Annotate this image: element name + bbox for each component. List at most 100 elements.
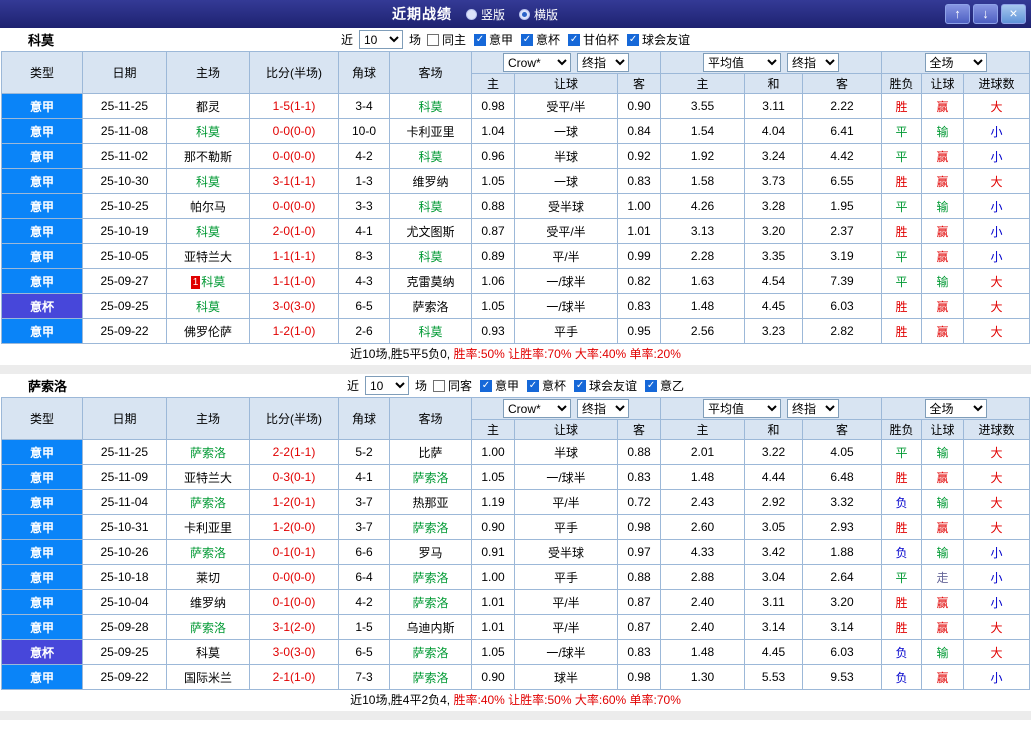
layout-radio-vertical[interactable]: 竖版 xyxy=(465,6,505,23)
corners-cell: 6-5 xyxy=(338,639,390,665)
match-row: 意甲 25-10-25 帕尔马 0-0(0-0) 3-3 科莫 0.88 受半球 1.00 4.2… xyxy=(1,193,1031,219)
asia-away-odds-cell: 0.97 xyxy=(616,539,662,565)
league-type-cell: 意甲 xyxy=(1,268,83,294)
filter-checkbox[interactable]: 甘伯杯 xyxy=(568,31,619,48)
filter-checkbox[interactable]: 意甲 xyxy=(473,31,513,48)
filter-row: 萨索洛 近 10 场 同客 意甲 意杯 球会友谊 意乙 xyxy=(0,374,1031,397)
subcol-header-goals: 进球数 xyxy=(963,419,1031,440)
asia-home-odds-cell: 0.98 xyxy=(471,93,515,119)
away-team-name: 科莫 xyxy=(418,149,443,164)
home-team-cell: 科莫 xyxy=(166,168,250,194)
asia-away-odds-cell: 0.83 xyxy=(616,464,662,490)
away-team-cell: 萨索洛 xyxy=(389,589,472,615)
date-cell: 25-09-25 xyxy=(82,293,167,319)
euro-draw-odds-cell: 2.92 xyxy=(744,489,804,515)
filter-checkbox[interactable]: 意杯 xyxy=(521,31,560,48)
asia-away-odds-cell: 0.83 xyxy=(616,168,662,194)
subcol-header-asia-away: 客 xyxy=(616,419,662,440)
score-cell: 1-2(0-1) xyxy=(249,489,339,515)
corners-cell: 4-3 xyxy=(338,268,390,294)
euro-odds-type-select[interactable]: 终指 xyxy=(787,399,840,418)
titlebar-buttons: ↑ ↓ × xyxy=(945,4,1026,24)
date-cell: 25-09-27 xyxy=(82,268,167,294)
score-cell: 2-1(1-0) xyxy=(249,664,339,690)
goals-cell: 小 xyxy=(963,664,1031,690)
bookmaker-select[interactable]: Crow* xyxy=(503,399,571,418)
home-team-name: 萨索洛 xyxy=(189,445,226,460)
away-team-name: 科莫 xyxy=(418,249,443,264)
filter-checkbox[interactable]: 同客 xyxy=(432,377,472,394)
league-type-cell: 意甲 xyxy=(1,539,83,565)
filter-checkbox[interactable]: 意杯 xyxy=(527,377,566,394)
home-team-cell: 萨索洛 xyxy=(166,489,250,515)
summary-record: 近10场,胜4平2负4, xyxy=(350,693,451,707)
bookmaker-select[interactable]: Crow* xyxy=(503,53,571,72)
asia-away-odds-cell: 0.72 xyxy=(616,489,662,515)
filter-checkbox[interactable]: 球会友谊 xyxy=(627,31,690,48)
subcol-header-handicap-result: 让球 xyxy=(921,419,965,440)
euro-average-select[interactable]: 平均值 xyxy=(703,53,782,72)
asia-handicap-cell: 受平/半 xyxy=(514,218,618,244)
asia-home-odds-cell: 1.01 xyxy=(471,589,515,615)
asia-away-odds-cell: 0.90 xyxy=(616,93,662,119)
league-type-cell: 意甲 xyxy=(1,664,83,690)
away-team-cell: 萨索洛 xyxy=(389,514,472,540)
away-team-name: 乌迪内斯 xyxy=(406,620,455,635)
filter-checkbox[interactable]: 意甲 xyxy=(479,377,519,394)
corners-cell: 1-5 xyxy=(338,614,390,640)
match-row: 意甲 25-11-25 都灵 1-5(1-1) 3-4 科莫 0.98 受平/半 0.90 3.5… xyxy=(1,93,1031,119)
summary-stats: 胜率:40% 让胜率:50% 大率:60% 单率:70% xyxy=(453,693,681,707)
result-cell: 平 xyxy=(881,564,923,590)
league-type-cell: 意甲 xyxy=(1,168,83,194)
league-type-cell: 意杯 xyxy=(1,293,83,319)
result-cell: 平 xyxy=(881,268,923,294)
asia-home-odds-cell: 1.05 xyxy=(471,168,515,194)
match-scope-select[interactable]: 全场 xyxy=(924,53,987,72)
date-cell: 25-09-25 xyxy=(82,639,167,665)
subcol-header-asia-home: 主 xyxy=(471,73,515,94)
corners-cell: 10-0 xyxy=(338,118,390,144)
checkbox-icon xyxy=(426,33,439,46)
corners-cell: 4-1 xyxy=(338,218,390,244)
asia-odds-type-select[interactable]: 终指 xyxy=(577,53,629,72)
checkbox-label: 球会友谊 xyxy=(642,33,691,47)
recent-games-count-select[interactable]: 10 xyxy=(364,376,409,395)
euro-odds-type-select[interactable]: 终指 xyxy=(787,53,840,72)
home-team-cell: 科莫 xyxy=(166,218,250,244)
scroll-down-button[interactable]: ↓ xyxy=(973,4,998,24)
euro-draw-odds-cell: 3.11 xyxy=(744,589,804,615)
euro-average-select[interactable]: 平均值 xyxy=(703,399,782,418)
euro-home-odds-cell: 1.48 xyxy=(660,464,746,490)
radio-icon xyxy=(465,8,477,20)
filter-checkbox[interactable]: 同主 xyxy=(426,31,466,48)
match-scope-select[interactable]: 全场 xyxy=(924,399,987,418)
euro-home-odds-cell: 2.40 xyxy=(660,614,746,640)
handicap-result-cell: 输 xyxy=(921,639,965,665)
goals-cell: 大 xyxy=(963,489,1031,515)
match-row: 意杯 25-09-25 科莫 3-0(3-0) 6-5 萨索洛 1.05 一/球半 0.83 1.… xyxy=(1,293,1031,319)
euro-home-odds-cell: 1.92 xyxy=(660,143,746,169)
date-cell: 25-10-04 xyxy=(82,589,167,615)
filter-checkbox[interactable]: 意乙 xyxy=(645,377,684,394)
away-team-cell: 萨索洛 xyxy=(389,464,472,490)
close-button[interactable]: × xyxy=(1001,4,1026,24)
asia-odds-type-select[interactable]: 终指 xyxy=(577,399,629,418)
league-filter-checkboxes: 同主 意甲 意杯 甘伯杯 球会友谊 xyxy=(426,31,690,48)
layout-radio-horizontal[interactable]: 横版 xyxy=(519,6,558,23)
subcol-header-goals: 进球数 xyxy=(963,73,1031,94)
asia-handicap-cell: 一/球半 xyxy=(514,464,618,490)
scroll-up-button[interactable]: ↑ xyxy=(945,4,970,24)
away-team-cell: 维罗纳 xyxy=(389,168,472,194)
away-team-name: 科莫 xyxy=(418,324,443,339)
home-team-name: 科莫 xyxy=(195,174,220,189)
home-team-name: 科莫 xyxy=(195,124,220,139)
euro-draw-odds-cell: 4.45 xyxy=(744,639,804,665)
league-type-cell: 意甲 xyxy=(1,564,83,590)
filter-checkbox[interactable]: 球会友谊 xyxy=(574,377,637,394)
asia-home-odds-cell: 1.00 xyxy=(471,564,515,590)
match-row: 意甲 25-11-04 萨索洛 1-2(0-1) 3-7 热那亚 1.19 平/半 0.72 2.… xyxy=(1,489,1031,515)
goals-cell: 大 xyxy=(963,464,1031,490)
away-team-name: 萨索洛 xyxy=(412,520,449,535)
away-team-cell: 热那亚 xyxy=(389,489,472,515)
recent-games-count-select[interactable]: 10 xyxy=(358,30,403,49)
